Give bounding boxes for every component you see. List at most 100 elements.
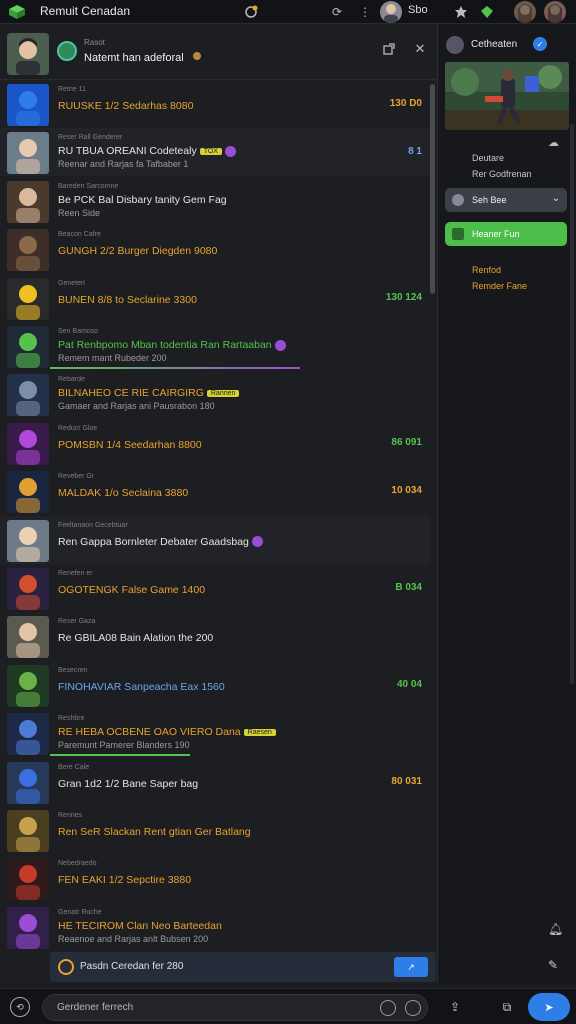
row-thumbnail[interactable] <box>7 906 49 949</box>
row-thumbnail[interactable] <box>7 858 49 901</box>
message-placeholder: Gerdener ferrech <box>57 1002 134 1013</box>
row-title[interactable]: Ren Gappa Bornleter Debater Gaadsbag <box>58 536 263 548</box>
row-thumbnail[interactable] <box>7 568 49 610</box>
row-title[interactable]: Pat Renbpomo Mban todentia Ran Rartaaban <box>58 339 286 351</box>
gem-icon[interactable] <box>478 3 496 21</box>
trophy-icon[interactable] <box>452 3 470 21</box>
row-thumbnail[interactable] <box>7 229 49 272</box>
row-title-text: BILNAHEO CE RIE CAIRGIRG <box>58 387 204 400</box>
edit-icon[interactable]: ✎ <box>548 958 558 972</box>
send-button[interactable]: ➤ <box>528 993 570 1021</box>
notification-icon[interactable] <box>242 3 260 21</box>
row-title[interactable]: FEN EAKI 1/2 Sepctire 3880 <box>58 874 191 886</box>
close-icon[interactable]: ✕ <box>411 40 429 58</box>
feed-row[interactable]: Nebedraedo FEN EAKI 1/2 Sepctire 3880 <box>0 854 430 902</box>
row-title-text: FEN EAKI 1/2 Sepctire 3880 <box>58 874 192 887</box>
side-action-label: Heaner Fun <box>472 229 520 239</box>
feed-row[interactable]: Reducr Gloe POMSBN 1/4 Seedarhan 8800 86 0… <box>0 419 430 467</box>
row-title[interactable]: OGOTENGK False Game 1400 <box>58 584 205 596</box>
add-icon[interactable]: ⟲ <box>10 997 30 1017</box>
row-subtitle: Rennes <box>58 812 83 819</box>
side-scrollbar[interactable] <box>570 124 574 684</box>
side-select[interactable]: Seh Bee ⌄ <box>445 188 567 212</box>
feed-row[interactable]: Sen Bamoso Pat Renbpomo Mban todentia Ran… <box>0 322 430 370</box>
side-orange-1: Renfod <box>472 265 502 275</box>
row-title[interactable]: Be PCK Bal Disbary tanity Gem Fag <box>58 194 227 206</box>
row-thumbnail[interactable] <box>7 471 49 514</box>
row-title[interactable]: RU TBUA OREANI Codetealy TOX <box>58 145 236 157</box>
feed-scrollbar[interactable] <box>430 84 435 294</box>
row-title[interactable]: BUNEN 8/8 to Seclarine 3300 <box>58 294 197 306</box>
row-title-text: Ren SeR Slackan Rent gtian Ger Batlang <box>58 826 251 838</box>
channel-avatar[interactable] <box>7 33 49 75</box>
row-title[interactable]: HE TECIROM Clan Neo Barteedan <box>58 920 222 932</box>
row-title[interactable]: MALDAK 1/o Seclaina 3880 <box>58 487 188 499</box>
feed-row[interactable]: Reser Rall Genderer RU TBUA OREANI Codete… <box>0 128 430 177</box>
row-title[interactable]: Ren SeR Slackan Rent gtian Ger Batlang <box>58 826 251 838</box>
row-thumbnail[interactable] <box>7 374 49 417</box>
cloud-icon[interactable]: ☁ <box>548 136 559 149</box>
row-score: B 034 <box>395 582 422 593</box>
composer-send-button[interactable]: ↗ <box>394 957 428 977</box>
row-title[interactable]: RE HEBA OCBENE OAO VIERO Dana Raesen <box>58 726 276 738</box>
feed-row[interactable]: Besecren FINOHAVIAR Sanpeacha Eax 1560 40 … <box>0 661 430 709</box>
feed-row[interactable]: Bere Cale Gran 1d2 1/2 Bane Saper bag 80 0… <box>0 758 430 806</box>
row-thumbnail[interactable] <box>7 664 49 707</box>
row-thumbnail[interactable] <box>7 180 49 223</box>
row-thumbnail[interactable] <box>7 810 49 852</box>
featured-artwork[interactable] <box>445 62 569 130</box>
row-thumbnail[interactable] <box>7 422 49 465</box>
composer-bar[interactable]: Pasdn Ceredan fer 280 ↗ <box>50 952 436 982</box>
feed-row[interactable]: Feeltanaon Gecebtuar Ren Gappa Bornleter … <box>0 515 430 564</box>
friend-avatar-1[interactable] <box>514 1 536 23</box>
feed-row[interactable]: Reshbre RE HEBA OCBENE OAO VIERO Dana Raes… <box>0 709 430 757</box>
row-title[interactable]: RUUSKE 1/2 Sedarhas 8080 <box>58 100 193 112</box>
row-subtitle: Genatr Roche <box>58 908 102 916</box>
bell-icon[interactable]: 🔔︎ <box>548 922 563 936</box>
row-title[interactable]: FINOHAVIAR Sanpeacha Eax 1560 <box>58 681 225 693</box>
row-title[interactable]: POMSBN 1/4 Seedarhan 8800 <box>58 439 202 451</box>
row-subtitle: Reser Gaza <box>58 618 96 626</box>
gif-icon[interactable] <box>405 1000 421 1016</box>
row-thumbnail[interactable] <box>7 132 49 175</box>
row-title-text: OGOTENGK False Game 1400 <box>58 584 206 596</box>
feed-row[interactable]: Geneterl BUNEN 8/8 to Seclarine 3300 130 1… <box>0 274 430 322</box>
reaction-icon[interactable] <box>251 536 263 548</box>
row-thumbnail[interactable] <box>7 761 49 804</box>
row-title[interactable]: BILNAHEO CE RIE CAIRGIRG Rannen <box>58 387 240 400</box>
feed-row[interactable]: Bareden Sarcomne Be PCK Bal Disbary tanit… <box>0 177 430 225</box>
row-thumbnail[interactable] <box>7 519 49 562</box>
user-avatar[interactable] <box>380 1 402 23</box>
more-menu-icon[interactable]: ⋮ <box>356 3 374 21</box>
row-title[interactable]: Re GBILA08 Bain Alation the 200 <box>58 632 213 644</box>
row-thumbnail[interactable] <box>7 84 49 126</box>
message-input[interactable]: Gerdener ferrech <box>42 994 428 1021</box>
feed-row[interactable]: Genatr Roche HE TECIROM Clan Neo Barteeda… <box>0 903 430 951</box>
popout-icon[interactable] <box>380 40 398 58</box>
feed-row[interactable]: Renefen er OGOTENGK False Game 1400 B 034 <box>0 564 430 612</box>
friend-avatar-2[interactable] <box>544 1 566 23</box>
reaction-icon[interactable] <box>274 339 286 351</box>
row-title[interactable]: GUNGH 2/2 Burger Diegden 9080 <box>58 245 217 257</box>
feed-row[interactable]: Reser Gaza Re GBILA08 Bain Alation the 20… <box>0 612 430 660</box>
refresh-icon[interactable]: ⟳ <box>328 3 346 21</box>
row-thumbnail[interactable] <box>7 713 49 756</box>
feed-row[interactable]: Beacon Cafre GUNGH 2/2 Burger Diegden 908… <box>0 225 430 273</box>
share-icon[interactable]: ⇪ <box>446 998 464 1016</box>
emoji-icon[interactable] <box>380 1000 396 1016</box>
row-thumbnail[interactable] <box>7 616 49 659</box>
feed-row[interactable]: Retrie 11 RUUSKE 1/2 Sedarhas 8080 130 D0 <box>0 80 430 128</box>
row-title[interactable]: Gran 1d2 1/2 Bane Saper bag <box>58 778 198 790</box>
feed-row[interactable]: Rennes Ren SeR Slackan Rent gtian Ger Bat… <box>0 806 430 854</box>
camera-icon[interactable]: ⧉ <box>498 998 516 1016</box>
app-root: Remuit Cenadan ⟳ ⋮ Sbo Rasot Natemt han … <box>0 0 576 1024</box>
side-action-button[interactable]: Heaner Fun <box>445 222 567 246</box>
row-thumbnail[interactable] <box>7 326 49 368</box>
side-line1: Deutare <box>472 153 505 163</box>
reaction-icon[interactable] <box>224 146 236 158</box>
feed-row[interactable]: Rebarde BILNAHEO CE RIE CAIRGIRG Rannen Gam… <box>0 370 430 418</box>
feed-row[interactable]: Reveber Gr MALDAK 1/o Seclaina 3880 10 034 <box>0 467 430 515</box>
user-name[interactable]: Sbo <box>408 4 428 16</box>
app-logo-icon[interactable] <box>8 4 26 20</box>
row-thumbnail[interactable] <box>7 277 49 320</box>
